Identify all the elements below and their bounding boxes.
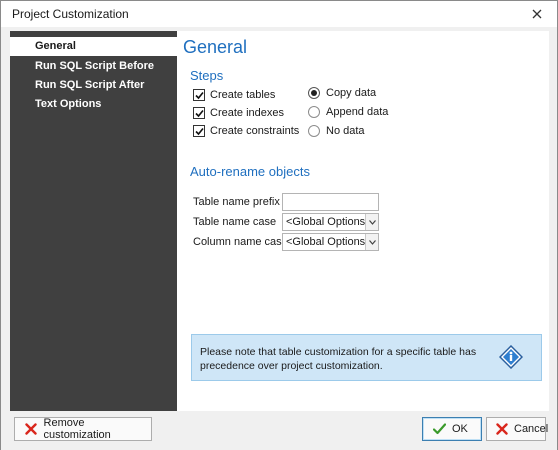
settings-panel: General Steps Create tables Create index… xyxy=(177,31,549,411)
page-title: General xyxy=(183,37,248,57)
cancel-button[interactable]: Cancel xyxy=(486,417,549,441)
checkbox-box[interactable] xyxy=(193,125,205,137)
checkbox-label: Create tables xyxy=(210,89,276,101)
table-prefix-input[interactable] xyxy=(282,193,379,211)
checkbox-box[interactable] xyxy=(193,89,205,101)
table-case-label: Table name case xyxy=(193,216,277,228)
ok-button[interactable]: OK xyxy=(422,417,482,441)
red-x-icon xyxy=(496,422,508,436)
checkbox-label: Create indexes xyxy=(210,107,284,119)
ok-label: OK xyxy=(452,423,468,435)
sidebar-item-text-options[interactable]: Text Options xyxy=(10,95,177,114)
radio-button[interactable] xyxy=(308,125,320,137)
radio-button[interactable] xyxy=(308,106,320,118)
column-case-label: Column name case xyxy=(193,236,288,248)
sidebar-item-run-sql-after[interactable]: Run SQL Script After xyxy=(10,76,177,95)
radio-button[interactable] xyxy=(308,87,320,99)
checkmark-icon xyxy=(194,127,204,135)
dropdown-button[interactable] xyxy=(365,214,378,230)
chevron-down-icon xyxy=(368,219,376,225)
chevron-down-icon xyxy=(368,239,376,245)
column-case-value: <Global Options> xyxy=(286,236,365,248)
checkbox-box[interactable] xyxy=(193,107,205,119)
cancel-label: Cancel xyxy=(514,423,549,435)
create-indexes-checkbox[interactable]: Create indexes xyxy=(193,105,284,121)
table-case-select[interactable]: <Global Options> xyxy=(282,213,379,231)
checkbox-label: Create constraints xyxy=(210,125,300,137)
append-data-radio[interactable]: Append data xyxy=(308,104,388,120)
dropdown-button[interactable] xyxy=(365,234,378,250)
window-title: Project Customization xyxy=(12,7,129,21)
radio-label: Copy data xyxy=(326,87,377,99)
sidebar-item-general[interactable]: General xyxy=(10,37,180,56)
info-note-text: Please note that table customization for… xyxy=(200,346,477,372)
radio-label: Append data xyxy=(326,106,389,118)
auto-rename-heading: Auto-rename objects xyxy=(190,164,310,179)
checkmark-icon xyxy=(194,109,204,117)
red-x-icon xyxy=(24,422,38,436)
table-prefix-label: Table name prefix xyxy=(193,196,280,208)
create-tables-checkbox[interactable]: Create tables xyxy=(193,87,275,103)
sidebar-nav: General Run SQL Script Before Run SQL Sc… xyxy=(10,31,180,411)
remove-customization-button[interactable]: Remove customization xyxy=(14,417,152,441)
info-note: Please note that table customization for… xyxy=(191,334,542,381)
remove-customization-label: Remove customization xyxy=(43,417,111,441)
title-bar: Project Customization xyxy=(1,1,557,27)
radio-label: No data xyxy=(326,125,365,137)
steps-heading: Steps xyxy=(190,68,224,83)
dialog-footer: Remove customization OK Cancel xyxy=(1,411,557,450)
checkmark-icon xyxy=(194,91,204,99)
close-icon xyxy=(532,9,542,19)
close-button[interactable] xyxy=(527,5,547,23)
green-check-icon xyxy=(432,422,446,436)
create-constraints-checkbox[interactable]: Create constraints xyxy=(193,123,299,139)
info-diamond-icon xyxy=(499,345,523,369)
sidebar-item-run-sql-before[interactable]: Run SQL Script Before xyxy=(10,57,177,76)
no-data-radio[interactable]: No data xyxy=(308,123,365,139)
column-case-select[interactable]: <Global Options> xyxy=(282,233,379,251)
copy-data-radio[interactable]: Copy data xyxy=(308,85,376,101)
project-customization-dialog: Project Customization General Run SQL Sc… xyxy=(0,0,558,450)
table-case-value: <Global Options> xyxy=(286,216,365,228)
